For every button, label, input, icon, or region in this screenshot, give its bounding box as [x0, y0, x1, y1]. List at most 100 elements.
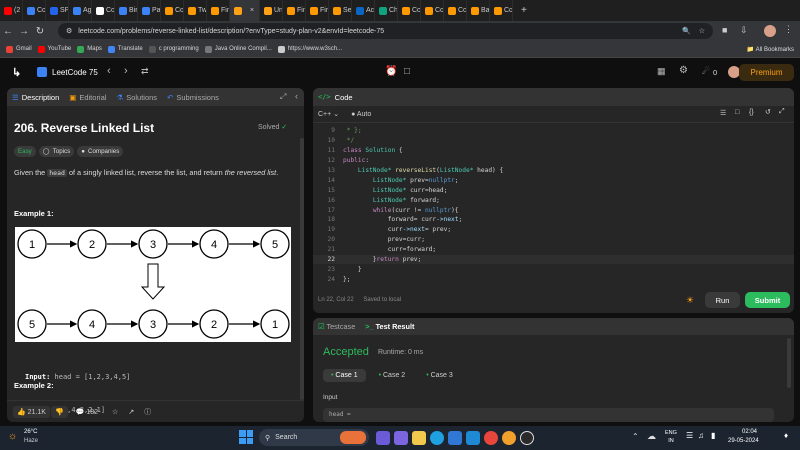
teams-icon[interactable]: [394, 431, 408, 445]
tab-testcase[interactable]: ☑ Testcase: [318, 322, 355, 331]
next-problem-icon[interactable]: ›: [124, 65, 128, 77]
clock-time[interactable]: 02:04: [742, 429, 757, 435]
tray-app-icon[interactable]: ☁: [647, 431, 656, 442]
chrome-icon[interactable]: [484, 431, 498, 445]
tab-solutions[interactable]: ⚗ Solutions: [111, 88, 162, 106]
wifi-icon[interactable]: ☰: [686, 431, 693, 440]
zoom-icon[interactable]: 🔍: [682, 27, 691, 35]
leetcode-logo[interactable]: ↳: [12, 66, 21, 79]
volume-icon[interactable]: ♫: [698, 431, 704, 440]
language-select[interactable]: C++ ⌄: [318, 110, 339, 118]
help-icon[interactable]: ⓘ: [144, 407, 151, 417]
browser-tab[interactable]: Un: [260, 0, 283, 21]
close-tab-icon[interactable]: ×: [250, 7, 254, 14]
format-icon[interactable]: ☰: [720, 109, 726, 117]
tab-editorial[interactable]: ▣ Editorial: [64, 88, 111, 106]
comments-button[interactable]: 💬 182: [76, 408, 98, 416]
bookmark-item[interactable]: Java Online Compil...: [204, 45, 272, 53]
task-view-icon[interactable]: [376, 431, 390, 445]
downloads-icon[interactable]: ⇩: [740, 25, 748, 36]
bookmark-item[interactable]: YouTube: [37, 45, 71, 53]
fullscreen-icon[interactable]: ⤢: [779, 108, 785, 116]
case-1-tab[interactable]: • Case 1: [323, 369, 366, 382]
layout-icon[interactable]: ▦: [657, 66, 666, 77]
browser-tab[interactable]: SP(: [46, 0, 69, 21]
all-bookmarks[interactable]: 📁 All Bookmarks: [747, 46, 794, 53]
clock-date[interactable]: 29-05-2024: [728, 438, 759, 444]
bookmark-icon[interactable]: □: [735, 109, 739, 116]
maximize-icon[interactable]: ⤢: [280, 92, 286, 102]
chrome-alt-icon[interactable]: [502, 431, 516, 445]
shuffle-icon[interactable]: ⇄: [141, 66, 149, 77]
timer-icon[interactable]: ⏰: [385, 66, 397, 77]
browser-tab[interactable]: Fin: [283, 0, 306, 21]
share-icon[interactable]: ↗: [128, 408, 134, 416]
notification-bell-icon[interactable]: ♦: [784, 431, 788, 440]
streak-icon[interactable]: ☄: [702, 66, 710, 77]
browser-tab[interactable]: Se: [329, 0, 352, 21]
browser-tab[interactable]: (2: [0, 0, 23, 21]
browser-tab[interactable]: Co: [421, 0, 444, 21]
language-indicator[interactable]: ENG IN: [665, 429, 677, 445]
bookmark-item[interactable]: https://www.w3sch...: [277, 45, 342, 53]
bookmark-item[interactable]: Gmail: [6, 45, 32, 53]
study-plan-title[interactable]: LeetCode 75: [52, 68, 98, 77]
browser-tab[interactable]: ×: [230, 0, 260, 21]
browser-tab[interactable]: Tw: [184, 0, 207, 21]
browser-tab[interactable]: Ch: [375, 0, 398, 21]
browser-tab[interactable]: Co: [490, 0, 513, 21]
browser-tab[interactable]: Co: [161, 0, 184, 21]
tab-test-result[interactable]: >_ Test Result: [365, 322, 414, 331]
vscode-icon[interactable]: [466, 431, 480, 445]
tab-submissions[interactable]: ↶ Submissions: [162, 88, 224, 106]
site-info-icon[interactable]: ⚙: [66, 27, 72, 35]
menu-icon[interactable]: ⋮: [784, 24, 793, 35]
media-player-icon[interactable]: [520, 431, 534, 445]
notes-icon[interactable]: □: [404, 66, 410, 77]
braces-icon[interactable]: {}: [749, 109, 754, 116]
like-button[interactable]: 👍 21.1K: [13, 405, 50, 418]
case-3-tab[interactable]: • Case 3: [418, 369, 461, 382]
browser-tab[interactable]: Co: [92, 0, 115, 21]
browser-tab[interactable]: Ba: [467, 0, 490, 21]
browser-tab[interactable]: Pa: [138, 0, 161, 21]
forward-icon[interactable]: →: [16, 26, 32, 37]
premium-button[interactable]: Premium: [739, 64, 794, 81]
address-bar[interactable]: ⚙ leetcode.com/problems/reverse-linked-l…: [58, 23, 713, 39]
code-area[interactable]: 9 * }; 10 */11 class Solution {12 public: 13…: [313, 126, 794, 284]
new-tab-icon[interactable]: +: [521, 5, 527, 16]
browser-tab[interactable]: Ac: [352, 0, 375, 21]
store-icon[interactable]: [448, 431, 462, 445]
companies-tag[interactable]: ● Companies: [77, 146, 124, 157]
bookmark-item[interactable]: Maps: [77, 45, 102, 53]
reset-icon[interactable]: ↺: [765, 108, 771, 116]
browser-tab[interactable]: Co: [398, 0, 421, 21]
run-button[interactable]: Run: [705, 292, 740, 308]
browser-tab[interactable]: Bir: [115, 0, 138, 21]
weather-icon[interactable]: ☼: [8, 431, 17, 442]
favorite-star-icon[interactable]: ☆: [112, 408, 118, 416]
start-button[interactable]: [239, 430, 253, 444]
browser-tab[interactable]: Ag: [69, 0, 92, 21]
bookmark-item[interactable]: c programming: [148, 45, 199, 53]
autocomplete-toggle[interactable]: ● Auto: [351, 111, 371, 118]
description-scrollbar[interactable]: [300, 138, 304, 400]
back-icon[interactable]: ←: [0, 26, 16, 37]
topics-tag[interactable]: ◯ Topics: [38, 146, 75, 157]
bookmark-item[interactable]: Translate: [107, 45, 143, 53]
taskbar-search[interactable]: ⚲ Search: [259, 429, 369, 446]
bookmark-star-icon[interactable]: ☆: [699, 27, 705, 35]
collapse-icon[interactable]: ‹: [295, 91, 298, 101]
prev-problem-icon[interactable]: ‹: [107, 65, 111, 77]
browser-tab[interactable]: Co: [23, 0, 46, 21]
tray-chevron-icon[interactable]: ⌃: [632, 432, 639, 441]
reload-icon[interactable]: ↻: [32, 26, 48, 37]
dislike-button[interactable]: 👎: [50, 405, 68, 418]
debug-icon[interactable]: ☀: [686, 295, 694, 306]
settings-icon[interactable]: ⚙: [679, 65, 688, 76]
tab-description[interactable]: ☰ Description: [7, 88, 64, 106]
submit-button[interactable]: Submit: [745, 292, 790, 308]
browser-tab[interactable]: Fin: [207, 0, 230, 21]
extensions-icon[interactable]: ■: [722, 25, 727, 35]
file-explorer-icon[interactable]: [412, 431, 426, 445]
